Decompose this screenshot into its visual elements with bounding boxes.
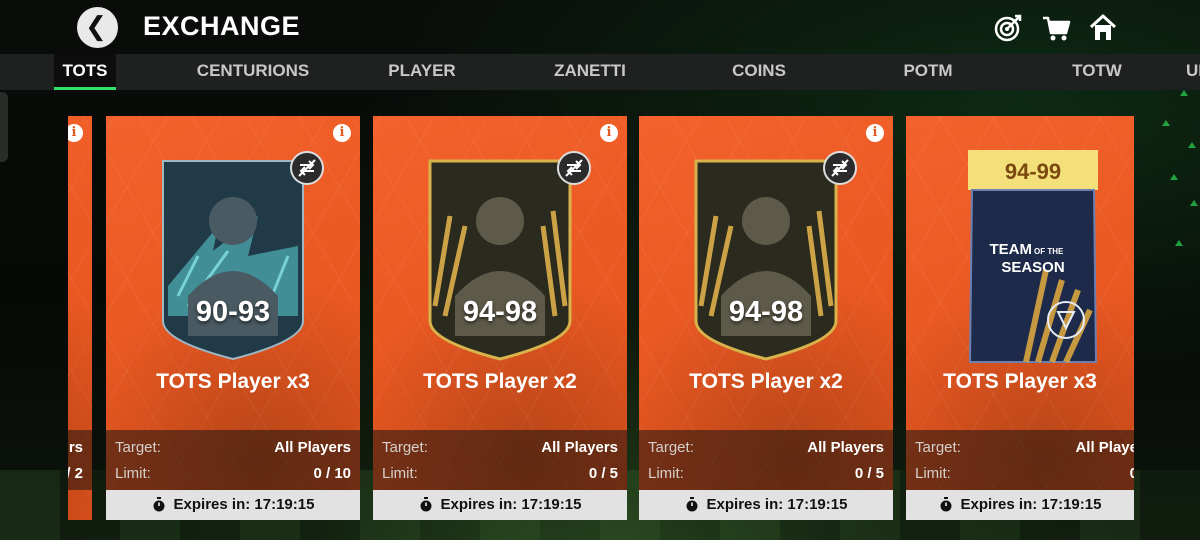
decorative-arrows — [1140, 90, 1200, 290]
info-icon[interactable]: i — [600, 124, 618, 142]
tab-potm[interactable]: POTM — [870, 54, 986, 90]
store-cart-icon[interactable] — [1041, 13, 1071, 43]
target-label: Target: — [115, 439, 161, 456]
header-bar: ❮ EXCHANGE — [0, 0, 1200, 54]
expiry-text: Expires in: 17:19:15 — [960, 496, 1102, 513]
stopwatch-icon — [153, 497, 165, 512]
exchange-card[interactable]: 94-99 TEAM OF THE SEASON TOTS Player x3 … — [906, 116, 1134, 520]
limit-label: Limit: — [648, 465, 684, 482]
expiry-bar: Expires in: 17:19:15 — [373, 490, 627, 520]
target-label: Target: — [915, 439, 961, 456]
limit-label: Limit: — [382, 465, 418, 482]
pack-title: SEASON — [1001, 259, 1064, 276]
pack-title: TEAM — [990, 241, 1033, 258]
reward-name: TOTS Player x2 — [423, 370, 577, 393]
stopwatch-icon — [940, 497, 952, 512]
reward-name: TOTS Player x3 — [156, 370, 310, 393]
tab-centurions[interactable]: CENTURIONS — [170, 54, 336, 90]
expiry-text: Expires in: 17:19:15 — [706, 496, 848, 513]
limit-value: 0 / 5 — [854, 465, 884, 482]
stopwatch-icon — [686, 497, 698, 512]
info-icon[interactable]: i — [866, 124, 884, 142]
exchange-card[interactable]: i 94-98 TOTS Player x2 Target: All Player… — [639, 116, 893, 520]
exchange-card[interactable]: i 90-93 TOTS Player x3 Target: All Player… — [106, 116, 360, 520]
home-icon[interactable] — [1088, 13, 1118, 43]
limit-value: 0 — [1129, 465, 1134, 482]
pack-title: OF THE — [1034, 247, 1064, 256]
expiry-bar: Expires in: 17:19:15 — [906, 490, 1134, 520]
back-button[interactable]: ❮ — [77, 7, 118, 48]
tab-tots[interactable]: TOTS — [54, 54, 116, 90]
rating-range: 94-98 — [462, 296, 538, 328]
untradeable-icon — [557, 151, 591, 185]
info-icon[interactable]: i — [333, 124, 351, 142]
target-value: All Players — [541, 439, 618, 456]
target-value: All Playe — [1075, 439, 1134, 456]
stopwatch-icon — [420, 497, 432, 512]
rating-range: 94-98 — [728, 296, 804, 328]
pack-image: 94-99 TEAM OF THE SEASON — [966, 150, 1102, 364]
objectives-target-icon[interactable] — [993, 13, 1023, 43]
untradeable-icon — [823, 151, 857, 185]
target-value: All Players — [807, 439, 884, 456]
target-label: Target: — [648, 439, 694, 456]
tab-partial[interactable]: UI — [1186, 54, 1200, 90]
requirements-panel: Target: All Playe Limit: 0 — [906, 430, 1134, 490]
target-value: All Players — [274, 439, 351, 456]
untradeable-icon — [290, 151, 324, 185]
tab-totw[interactable]: TOTW — [1052, 54, 1142, 90]
tab-coins[interactable]: COINS — [700, 54, 818, 90]
requirements-panel: Target: All Players Limit: 0 / 5 — [373, 430, 627, 490]
tab-zanetti[interactable]: ZANETTI — [520, 54, 660, 90]
limit-label: Limit: — [915, 465, 951, 482]
exchange-card[interactable]: i 94-98 TOTS Player x2 Target: All Player… — [373, 116, 627, 520]
player-card-image: 94-98 — [425, 156, 575, 361]
player-card-image: 90-93 — [158, 156, 308, 361]
target-label: Target: — [382, 439, 428, 456]
requirements-panel: Target: All Players Limit: 0 / 10 — [106, 430, 360, 490]
back-chevron-icon: ❮ — [85, 11, 107, 41]
exchange-card-partial[interactable]: i rs / 2 — [68, 116, 92, 520]
limit-value: / 2 — [68, 465, 83, 482]
expiry-text: Expires in: 17:19:15 — [173, 496, 315, 513]
expiry-text: Expires in: 17:19:15 — [440, 496, 582, 513]
expiry-bar: Expires in: 17:19:15 — [639, 490, 893, 520]
side-drawer-handle[interactable] — [0, 92, 8, 162]
requirements-panel: Target: All Players Limit: 0 / 5 — [639, 430, 893, 490]
pack-rating: 94-99 — [1005, 159, 1061, 184]
reward-name: TOTS Player x2 — [689, 370, 843, 393]
page-title: EXCHANGE — [143, 11, 301, 41]
reward-name: TOTS Player x3 — [943, 370, 1097, 393]
limit-value: 0 / 5 — [588, 465, 618, 482]
limit-label: Limit: — [115, 465, 151, 482]
rating-range: 90-93 — [195, 296, 271, 328]
player-card-image: 94-98 — [691, 156, 841, 361]
target-value: rs — [68, 439, 83, 456]
limit-value: 0 / 10 — [313, 465, 351, 482]
expiry-bar: Expires in: 17:19:15 — [106, 490, 360, 520]
category-tabs: TOTS CENTURIONS PLAYER ZANETTI COINS POT… — [0, 54, 1200, 90]
tab-player[interactable]: PLAYER — [360, 54, 484, 90]
